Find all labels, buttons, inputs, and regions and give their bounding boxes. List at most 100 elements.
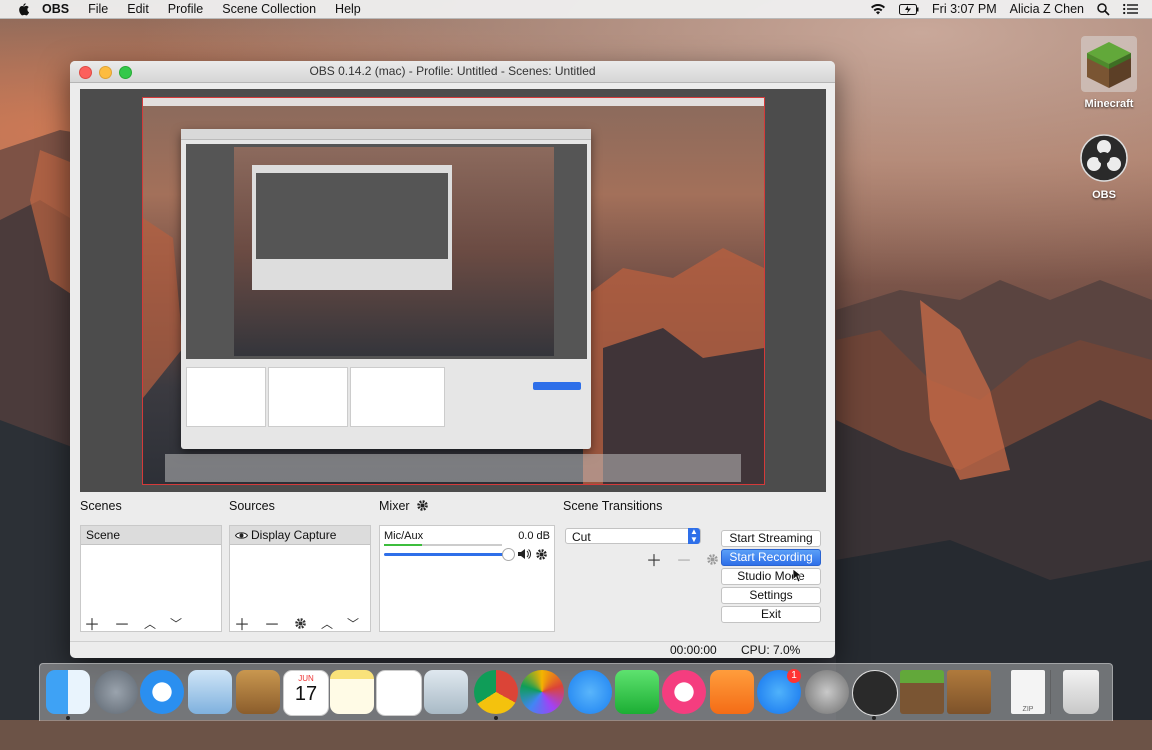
- obs-window: OBS 0.14.2 (mac) - Profile: Untitled - S…: [70, 61, 835, 658]
- finder-icon[interactable]: [46, 670, 90, 714]
- window-title: OBS 0.14.2 (mac) - Profile: Untitled - S…: [309, 64, 596, 78]
- apple-icon[interactable]: [16, 2, 30, 16]
- preview-icon[interactable]: [424, 670, 468, 714]
- exit-button[interactable]: Exit: [721, 606, 821, 623]
- volume-meter-level: [384, 544, 422, 546]
- obs-icon[interactable]: [852, 670, 898, 716]
- nested-preview-shot: [234, 147, 554, 356]
- menu-edit[interactable]: Edit: [127, 2, 149, 16]
- start-streaming-button[interactable]: Start Streaming: [721, 530, 821, 547]
- move-source-down-icon[interactable]: ﹀: [347, 615, 359, 632]
- status-time: 00:00:00: [670, 643, 717, 657]
- menu-profile[interactable]: Profile: [168, 2, 203, 16]
- desktop-minecraft[interactable]: Minecraft: [1074, 36, 1144, 110]
- window-titlebar[interactable]: OBS 0.14.2 (mac) - Profile: Untitled - S…: [70, 61, 835, 83]
- itunes-icon[interactable]: [662, 670, 706, 714]
- mail-icon[interactable]: [188, 670, 232, 714]
- zoom-icon[interactable]: [119, 66, 132, 79]
- mixer-gear-icon[interactable]: [416, 499, 429, 512]
- transition-select[interactable]: Cut ▲ ▼: [565, 528, 701, 544]
- scene-item[interactable]: Scene: [81, 526, 221, 545]
- remove-scene-icon[interactable]: －: [114, 611, 130, 635]
- dock-separator: [1050, 670, 1051, 714]
- source-item-label: Display Capture: [251, 528, 337, 542]
- volume-meter: [384, 544, 502, 546]
- messages-icon[interactable]: [568, 670, 612, 714]
- calendar-day: 17: [294, 683, 318, 705]
- trash-icon[interactable]: [1063, 670, 1099, 714]
- source-item[interactable]: Display Capture: [230, 526, 370, 545]
- chrome-icon[interactable]: [474, 670, 518, 714]
- crafting-table-icon[interactable]: [947, 670, 991, 714]
- minecraft-icon[interactable]: [900, 670, 944, 714]
- nested-sources-list: [268, 367, 348, 427]
- nested-scenes-list: [186, 367, 266, 427]
- menu-clock[interactable]: Fri 3:07 PM: [932, 2, 997, 16]
- sources-label: Sources: [229, 499, 275, 513]
- status-bar: 00:00:00 CPU: 7.0%: [70, 641, 835, 658]
- transitions-toolbar: ＋ －: [646, 547, 719, 571]
- reminders-icon[interactable]: [376, 670, 422, 716]
- scenes-label: Scenes: [80, 499, 122, 513]
- add-scene-icon[interactable]: ＋: [84, 611, 100, 635]
- add-source-icon[interactable]: ＋: [234, 611, 250, 635]
- facetime-icon[interactable]: [615, 670, 659, 714]
- chrome-running-indicator: [494, 716, 498, 720]
- battery-icon[interactable]: [899, 3, 919, 15]
- source-properties-gear-icon[interactable]: [294, 617, 307, 630]
- window-controls: [79, 66, 132, 79]
- contacts-icon[interactable]: [236, 670, 280, 714]
- wifi-icon[interactable]: [870, 3, 886, 15]
- remove-source-icon[interactable]: －: [264, 611, 280, 635]
- ibooks-icon[interactable]: [710, 670, 754, 714]
- display-capture-preview: [142, 97, 765, 485]
- move-source-up-icon[interactable]: ︿: [321, 615, 333, 632]
- nested-record-button: [533, 382, 581, 390]
- safari-icon[interactable]: [140, 670, 184, 714]
- mixer-channel-gear-icon[interactable]: [535, 548, 548, 561]
- speaker-icon[interactable]: [518, 548, 531, 560]
- nested-preview: [186, 144, 587, 359]
- minimize-icon[interactable]: [99, 66, 112, 79]
- menu-extras: Fri 3:07 PM Alicia Z Chen: [870, 0, 1138, 18]
- volume-slider-thumb[interactable]: [502, 548, 515, 561]
- menu-help[interactable]: Help: [335, 2, 361, 16]
- desktop-icon-label: OBS: [1092, 189, 1116, 201]
- menu-file[interactable]: File: [88, 2, 108, 16]
- launchpad-icon[interactable]: [94, 670, 138, 714]
- menu-scene-collection[interactable]: Scene Collection: [222, 2, 316, 16]
- notification-center-icon[interactable]: [1123, 3, 1138, 15]
- desktop-icon-label: Minecraft: [1084, 98, 1134, 110]
- spotlight-search-icon[interactable]: [1097, 2, 1110, 16]
- preview-canvas[interactable]: [80, 89, 826, 492]
- transition-gear-icon[interactable]: [706, 553, 719, 566]
- move-scene-down-icon[interactable]: ﹀: [170, 615, 182, 632]
- menu-user[interactable]: Alicia Z Chen: [1010, 2, 1084, 16]
- nested-mixer: [350, 367, 445, 427]
- zip-file-icon[interactable]: ZIP: [1011, 670, 1045, 714]
- calendar-month: JUN: [298, 674, 314, 683]
- mouse-cursor-icon: [793, 569, 803, 583]
- system-preferences-icon[interactable]: [805, 670, 849, 714]
- scene-transitions-label: Scene Transitions: [563, 499, 663, 513]
- nested-nested-preview: [256, 173, 448, 259]
- mixer-channel-level: 0.0 dB: [518, 530, 550, 542]
- remove-transition-icon[interactable]: －: [676, 547, 692, 571]
- calendar-icon[interactable]: JUN 17: [283, 670, 329, 716]
- notes-icon[interactable]: [330, 670, 374, 714]
- move-scene-up-icon[interactable]: ︿: [144, 615, 156, 632]
- studio-mode-button[interactable]: Studio Mode: [721, 568, 821, 585]
- photos-icon[interactable]: [520, 670, 564, 714]
- menu-obs[interactable]: OBS: [42, 2, 69, 16]
- chevron-updown-icon: ▲ ▼: [688, 528, 700, 544]
- volume-slider-track[interactable]: [384, 553, 510, 556]
- close-icon[interactable]: [79, 66, 92, 79]
- desktop-obs[interactable]: OBS: [1069, 133, 1139, 201]
- add-transition-icon[interactable]: ＋: [646, 547, 662, 571]
- eye-icon[interactable]: [234, 531, 249, 540]
- obs-running-indicator: [872, 716, 876, 720]
- nested-titlebar: [181, 129, 591, 140]
- start-recording-button[interactable]: Start Recording: [721, 549, 821, 566]
- sources-toolbar: ＋ － ︿ ﹀: [234, 611, 359, 635]
- settings-button[interactable]: Settings: [721, 587, 821, 604]
